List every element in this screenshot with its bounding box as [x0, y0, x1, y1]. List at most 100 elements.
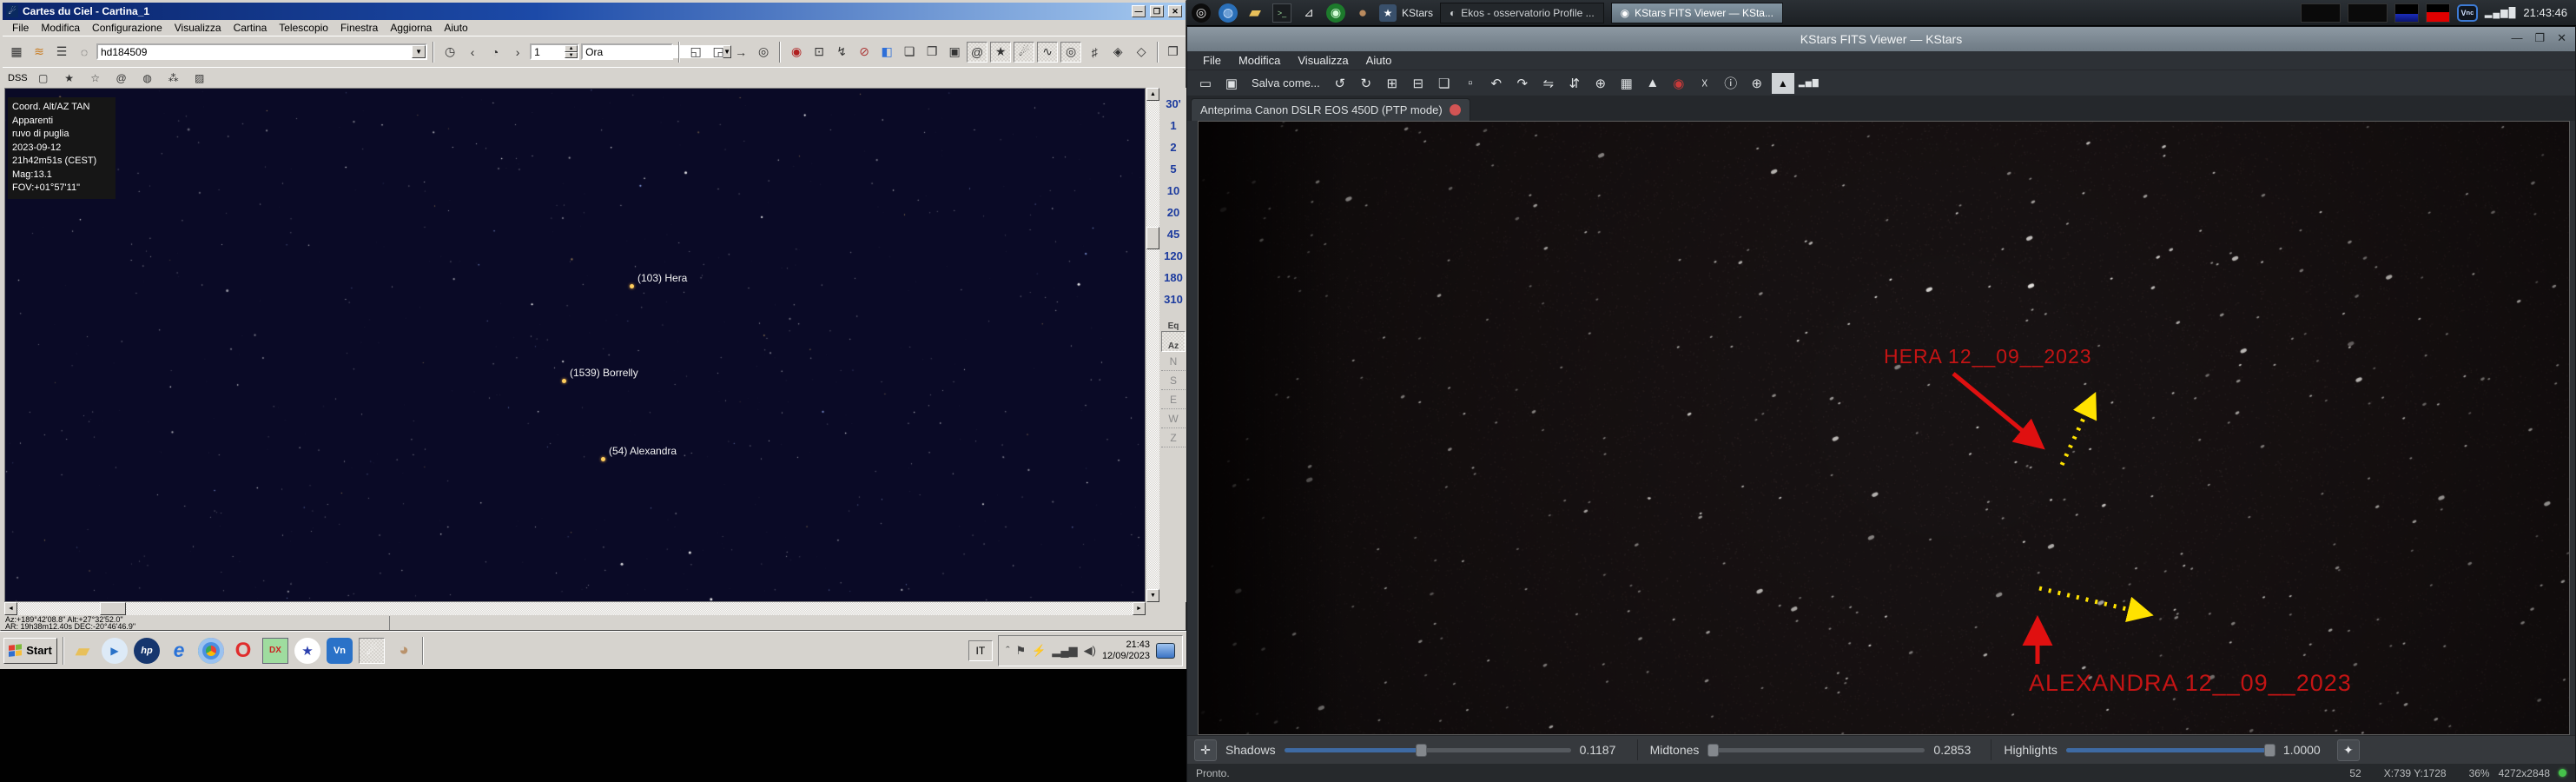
- dx-app-icon[interactable]: DX: [262, 638, 288, 664]
- start-button[interactable]: Start: [3, 638, 57, 664]
- window-list-icon[interactable]: ❐: [1164, 42, 1182, 63]
- show-grid-icon[interactable]: ♯: [1084, 42, 1105, 63]
- preview-tab[interactable]: Anteprima Canon DSLR EOS 450D (PTP mode): [1191, 98, 1470, 121]
- time-now-icon[interactable]: ◔: [485, 42, 505, 63]
- statistics-icon[interactable]: ▂▅▇: [1798, 73, 1820, 94]
- show-comets-icon[interactable]: ☄: [1014, 42, 1034, 63]
- toggle-stars-icon[interactable]: ☓: [1694, 73, 1716, 94]
- chevron-up-icon[interactable]: ˆ: [1006, 644, 1009, 657]
- dss-button[interactable]: DSS: [8, 73, 28, 83]
- mark-stars-icon[interactable]: ▲: [1641, 73, 1664, 94]
- fits-image-view[interactable]: HERA 12__09__2023 ALEXANDRA 12__09__2023: [1198, 121, 2570, 735]
- sky-chart-canvas[interactable]: [5, 89, 1145, 601]
- taskbar-clock[interactable]: 21:43:46: [2523, 6, 2571, 19]
- object-list-icon[interactable]: ☰: [51, 42, 72, 63]
- tab-close-icon[interactable]: [1450, 104, 1461, 116]
- record-icon[interactable]: ◉: [1668, 73, 1690, 94]
- shadows-handle[interactable]: [1416, 744, 1427, 757]
- minimize-button[interactable]: —: [1132, 5, 1146, 17]
- search-dropdown-button[interactable]: ▼: [412, 45, 426, 58]
- big-galaxy-icon[interactable]: @: [113, 70, 130, 87]
- fov-button-3[interactable]: 5: [1161, 158, 1186, 180]
- mouse-flash-icon[interactable]: ↯: [831, 42, 852, 63]
- center-telescope-icon[interactable]: ⊕: [1589, 73, 1612, 94]
- coord-az-button[interactable]: Az: [1161, 331, 1186, 352]
- globe-icon[interactable]: ◍: [1219, 3, 1238, 23]
- auto-stretch-wand-icon[interactable]: ✦: [2337, 739, 2360, 761]
- show-desktop-icon[interactable]: [1156, 643, 1175, 659]
- redo-icon[interactable]: ↻: [1355, 73, 1377, 94]
- power-plug-icon[interactable]: ⚡: [1032, 644, 1046, 658]
- file-explorer-icon[interactable]: ▰: [69, 638, 96, 664]
- search-input[interactable]: [98, 45, 412, 58]
- alert-indicator-icon[interactable]: [2426, 3, 2450, 23]
- fov-button-8[interactable]: 180: [1161, 267, 1186, 288]
- flip-vertical-icon[interactable]: ⇵: [1563, 73, 1586, 94]
- fits-close-button[interactable]: ✕: [2557, 31, 2566, 45]
- full-frame-icon[interactable]: ❏: [899, 42, 920, 63]
- menu-item-6[interactable]: Finestra: [334, 21, 384, 35]
- cartes-du-ciel-icon[interactable]: ☄: [359, 638, 385, 664]
- rotate-cw-icon[interactable]: ↷: [1511, 73, 1534, 94]
- zoom-out-icon[interactable]: ⊟: [1407, 73, 1430, 94]
- spin-down-icon[interactable]: ▼: [565, 52, 578, 59]
- fov-button-4[interactable]: 10: [1161, 180, 1186, 202]
- fits-maximize-button[interactable]: ❐: [2534, 31, 2545, 45]
- time-backward-icon[interactable]: ‹: [462, 42, 483, 63]
- menu-item-8[interactable]: Aiuto: [438, 21, 473, 35]
- cpu-monitor-icon[interactable]: [2301, 3, 2341, 23]
- fov-button-5[interactable]: 20: [1161, 202, 1186, 223]
- zoom-fit-icon[interactable]: ❏: [1433, 73, 1456, 94]
- dir-s-button[interactable]: S: [1161, 371, 1186, 390]
- mouse-click-icon[interactable]: ◉: [786, 42, 807, 63]
- dir-z-button[interactable]: Z: [1161, 428, 1186, 447]
- sky-chart[interactable]: Coord. Alt/AZ TAN Apparenti ruvo di pugl…: [4, 88, 1146, 602]
- vnc-tray-icon[interactable]: Vnc: [2457, 4, 2478, 22]
- hp-icon[interactable]: hp: [134, 638, 160, 664]
- network-monitor-icon[interactable]: [2348, 3, 2388, 23]
- fingerprint-icon[interactable]: ◎: [1192, 3, 1211, 23]
- histogram-icon[interactable]: ▲: [1772, 73, 1794, 94]
- signal-bars-icon[interactable]: ▂▄▆█: [2485, 7, 2517, 18]
- maximize-button[interactable]: ❐: [1150, 5, 1164, 17]
- planet-icon[interactable]: ●: [1353, 3, 1372, 23]
- opera-icon[interactable]: O: [230, 638, 256, 664]
- pan-arrows-icon[interactable]: →: [730, 42, 751, 63]
- save-file-icon[interactable]: ▣: [1220, 73, 1243, 94]
- taskbar-task-ekos[interactable]: ◐ Ekos - osservatorio Profile ...: [1440, 3, 1604, 23]
- fov-expand-icon[interactable]: ◱: [685, 42, 706, 63]
- highlights-slider[interactable]: [2066, 748, 2275, 752]
- tray-clock[interactable]: 21:43 12/09/2023: [1102, 640, 1150, 662]
- fits-menu-item-2[interactable]: Visualizza: [1289, 54, 1357, 67]
- fov-button-1[interactable]: 1: [1161, 115, 1186, 136]
- fov-button-7[interactable]: 120: [1161, 245, 1186, 267]
- coord-eq-button[interactable]: Eq: [1161, 310, 1186, 331]
- menu-item-2[interactable]: Configurazione: [86, 21, 168, 35]
- undo-icon[interactable]: ↺: [1329, 73, 1351, 94]
- search-icon[interactable]: ◌: [74, 42, 95, 63]
- language-indicator[interactable]: IT: [968, 640, 994, 661]
- save-as-button[interactable]: Salva come...: [1246, 76, 1325, 89]
- zoom-in-icon[interactable]: ⊞: [1381, 73, 1404, 94]
- mouse-lock-icon[interactable]: ⊡: [809, 42, 829, 63]
- info-panel-icon[interactable]: ❐: [921, 42, 942, 63]
- fits-image-canvas[interactable]: [1199, 122, 2569, 734]
- horizontal-scroll-thumb[interactable]: [100, 602, 126, 615]
- clock-icon[interactable]: ◷: [439, 42, 460, 63]
- fov-button-2[interactable]: 2: [1161, 136, 1186, 158]
- fov-button-0[interactable]: 30': [1161, 93, 1186, 115]
- title-bar[interactable]: ☄ Cartes du Ciel - Cartina_1 — ❐ ✕: [3, 3, 1186, 20]
- big-star-icon[interactable]: ★: [61, 70, 78, 87]
- mouse-stop-icon[interactable]: ⊘: [854, 42, 875, 63]
- fov-reduce-icon[interactable]: ◲: [708, 42, 729, 63]
- center-object-icon[interactable]: ◎: [753, 42, 774, 63]
- midtones-handle[interactable]: [1707, 744, 1719, 757]
- time-forward-icon[interactable]: ›: [507, 42, 528, 63]
- small-galaxy-icon[interactable]: ◍: [139, 70, 156, 87]
- horizontal-scrollbar[interactable]: ◄ ►: [4, 602, 1146, 615]
- menu-item-0[interactable]: File: [6, 21, 35, 35]
- rotate-ccw-icon[interactable]: ↶: [1485, 73, 1508, 94]
- menu-item-3[interactable]: Visualizza: [168, 21, 228, 35]
- shadows-slider[interactable]: [1285, 748, 1571, 752]
- vertical-scroll-thumb[interactable]: [1146, 227, 1159, 249]
